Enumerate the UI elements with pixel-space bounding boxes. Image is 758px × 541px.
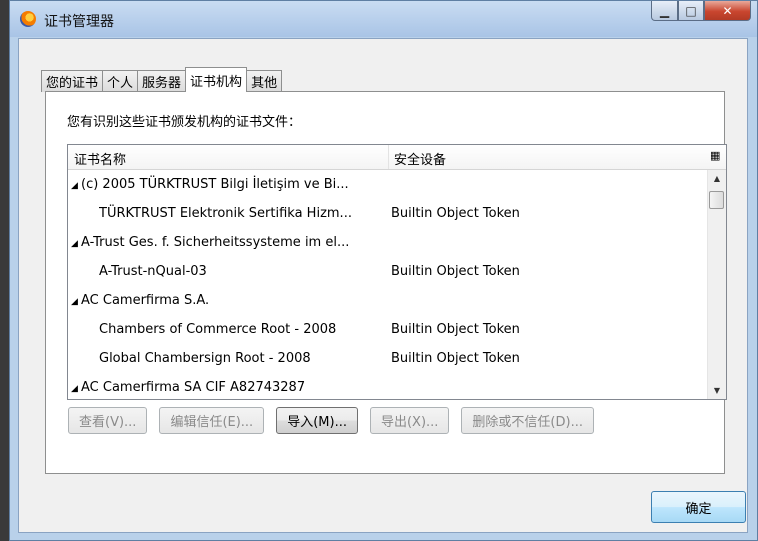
authorities-panel: 您有识别这些证书颁发机构的证书文件： 证书名称 安全设备 ▦ ◢ (c) 2005… bbox=[45, 91, 727, 474]
tree-row[interactable]: Chambers of Commerce Root - 2008 Builtin… bbox=[68, 315, 710, 344]
tree-row[interactable]: TÜRKTRUST Elektronik Sertifika Hizm... B… bbox=[68, 199, 710, 228]
certificate-tree[interactable]: 证书名称 安全设备 ▦ ◢ (c) 2005 TÜRKTRUST Bilgi İl… bbox=[67, 144, 727, 400]
window-controls: ▁ □ ✕ bbox=[651, 1, 751, 23]
minimize-button[interactable]: ▁ bbox=[651, 1, 678, 21]
action-buttons: 查看(V)... 编辑信任(E)... 导入(M)... 导出(X)... 删除… bbox=[68, 407, 606, 434]
scroll-down-arrow-icon[interactable]: ▼ bbox=[708, 382, 726, 399]
row-name: A-Trust-nQual-03 bbox=[99, 264, 207, 279]
scroll-thumb[interactable] bbox=[709, 191, 724, 209]
maximize-button[interactable]: □ bbox=[678, 1, 704, 21]
row-device: Builtin Object Token bbox=[391, 264, 520, 279]
column-header-name[interactable]: 证书名称 bbox=[74, 149, 126, 168]
tree-row[interactable]: ◢ AC Camerfirma S.A. bbox=[68, 286, 710, 315]
tree-row[interactable]: ◢ (c) 2005 TÜRKTRUST Bilgi İletişim ve Bi… bbox=[68, 170, 710, 199]
dialog-body: 您的证书 个人 服务器 证书机构 其他 您有识别这些证书颁发机构的证书文件： 证… bbox=[18, 38, 748, 533]
tree-row[interactable]: A-Trust-nQual-03 Builtin Object Token bbox=[68, 257, 710, 286]
triangle-expanded-icon[interactable]: ◢ bbox=[71, 172, 81, 201]
row-name: AC Camerfirma S.A. bbox=[81, 293, 210, 308]
tree-header: 证书名称 安全设备 ▦ bbox=[68, 145, 726, 170]
certificate-manager-window: 证书管理器 ▁ □ ✕ 您的证书 个人 服务器 证书机构 其他 您有识别这些证书… bbox=[9, 0, 758, 541]
close-button[interactable]: ✕ bbox=[704, 1, 751, 21]
edit-trust-button[interactable]: 编辑信任(E)... bbox=[159, 407, 265, 434]
row-name: Chambers of Commerce Root - 2008 bbox=[99, 322, 337, 337]
row-device: Builtin Object Token bbox=[391, 206, 520, 221]
vertical-scrollbar[interactable]: ▲ ▼ bbox=[707, 170, 726, 399]
column-header-device[interactable]: 安全设备 bbox=[394, 149, 446, 168]
title-bar[interactable]: 证书管理器 ▁ □ ✕ bbox=[10, 1, 757, 37]
column-separator[interactable] bbox=[388, 145, 389, 169]
tree-row[interactable]: ◢ AC Camerfirma SA CIF A82743287 bbox=[68, 373, 710, 399]
window-title: 证书管理器 bbox=[44, 14, 114, 30]
row-name: Global Chambersign Root - 2008 bbox=[99, 351, 311, 366]
tab-bar: 您的证书 个人 服务器 证书机构 其他 bbox=[41, 67, 283, 92]
row-name: A-Trust Ges. f. Sicherheitssysteme im el… bbox=[81, 235, 350, 250]
tab-servers[interactable]: 服务器 bbox=[137, 70, 187, 92]
panel-description: 您有识别这些证书颁发机构的证书文件： bbox=[67, 115, 302, 130]
triangle-expanded-icon[interactable]: ◢ bbox=[71, 375, 81, 399]
import-button[interactable]: 导入(M)... bbox=[276, 407, 358, 434]
column-picker-icon[interactable]: ▦ bbox=[710, 149, 722, 163]
triangle-expanded-icon[interactable]: ◢ bbox=[71, 230, 81, 259]
row-device: Builtin Object Token bbox=[391, 322, 520, 337]
row-name: AC Camerfirma SA CIF A82743287 bbox=[81, 380, 306, 395]
tab-others[interactable]: 其他 bbox=[246, 70, 283, 92]
row-device: Builtin Object Token bbox=[391, 351, 520, 366]
tab-personal[interactable]: 个人 bbox=[102, 70, 139, 92]
triangle-expanded-icon[interactable]: ◢ bbox=[71, 288, 81, 317]
tree-rows: ◢ (c) 2005 TÜRKTRUST Bilgi İletişim ve Bi… bbox=[68, 170, 710, 399]
firefox-icon bbox=[20, 11, 36, 27]
tab-authorities[interactable]: 证书机构 bbox=[185, 67, 248, 92]
ok-button[interactable]: 确定 bbox=[651, 491, 746, 523]
close-icon: ✕ bbox=[722, 3, 733, 18]
row-name: (c) 2005 TÜRKTRUST Bilgi İletişim ve Bi.… bbox=[81, 177, 349, 192]
row-name: TÜRKTRUST Elektronik Sertifika Hizm... bbox=[99, 206, 352, 221]
delete-distrust-button[interactable]: 删除或不信任(D)... bbox=[461, 407, 594, 434]
minimize-icon: ▁ bbox=[659, 3, 670, 18]
view-button[interactable]: 查看(V)... bbox=[68, 407, 148, 434]
scroll-up-arrow-icon[interactable]: ▲ bbox=[708, 170, 726, 187]
maximize-icon: □ bbox=[685, 3, 697, 18]
tree-row[interactable]: Global Chambersign Root - 2008 Builtin O… bbox=[68, 344, 710, 373]
tab-your-certificates[interactable]: 您的证书 bbox=[41, 70, 104, 92]
tree-row[interactable]: ◢ A-Trust Ges. f. Sicherheitssysteme im e… bbox=[68, 228, 710, 257]
export-button[interactable]: 导出(X)... bbox=[369, 407, 450, 434]
